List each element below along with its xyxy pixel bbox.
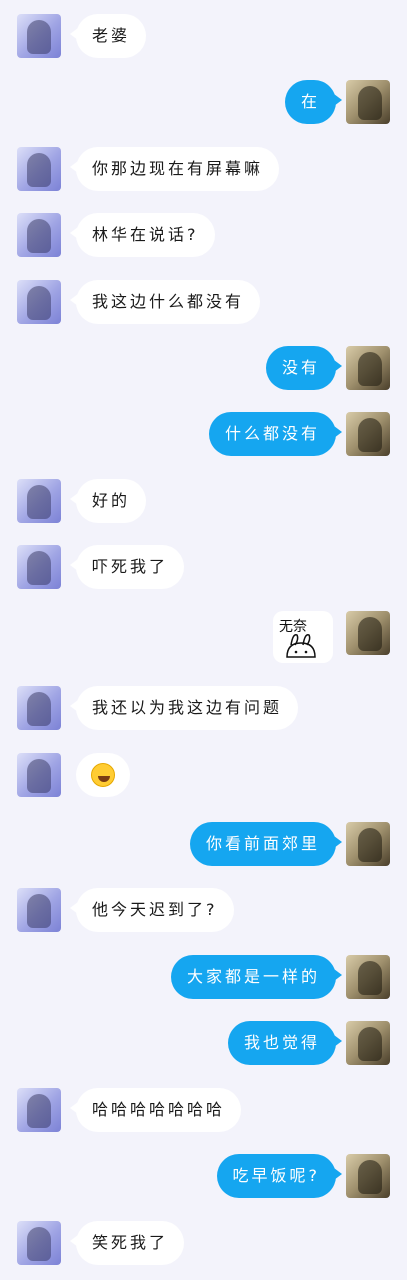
contact-avatar[interactable] [17,14,61,58]
contact-avatar[interactable] [17,888,61,932]
received-message-bubble[interactable]: 你那边现在有屏幕嘛 [69,147,280,191]
user-avatar[interactable] [346,1021,390,1065]
sent-message-bubble[interactable]: 什么都没有 [208,412,343,456]
message-row: 老婆 [0,14,407,58]
message-row: 吃早饭呢? [0,1154,407,1198]
contact-avatar[interactable] [17,1221,61,1265]
received-message-bubble[interactable]: 吓死我了 [69,545,185,589]
emoji-message[interactable] [76,753,130,797]
contact-avatar[interactable] [17,545,61,589]
sent-message-bubble[interactable]: 吃早饭呢? [216,1154,342,1198]
user-avatar[interactable] [346,822,390,866]
received-message-bubble[interactable]: 林华在说话? [70,213,215,257]
contact-avatar[interactable] [17,213,61,257]
contact-avatar[interactable] [17,479,61,523]
contact-avatar[interactable] [17,280,61,324]
message-row: 我也觉得 [0,1021,407,1065]
message-row: 你看前面郊里 [0,822,407,866]
received-message-bubble[interactable]: 我还以为我这边有问题 [69,686,299,730]
sent-message-bubble[interactable]: 没有 [265,346,343,390]
user-avatar[interactable] [346,412,390,456]
message-row: 无奈 [0,611,407,663]
sent-message-bubble[interactable]: 你看前面郊里 [189,822,343,866]
received-message-bubble[interactable]: 好的 [69,479,147,523]
contact-avatar[interactable] [17,753,61,797]
message-row: 哈哈哈哈哈哈哈 [0,1088,407,1132]
sent-message-bubble[interactable]: 我也觉得 [227,1021,343,1065]
user-avatar[interactable] [346,955,390,999]
message-row: 没有 [0,346,407,390]
message-row: 大家都是一样的 [0,955,407,999]
sent-message-bubble[interactable]: 在 [284,80,343,124]
message-row: 我这边什么都没有 [0,280,407,324]
message-row: 林华在说话? [0,213,407,257]
message-row: 我还以为我这边有问题 [0,686,407,730]
received-message-bubble[interactable]: 老婆 [69,14,147,58]
bunny-sticker-icon: 无奈 [279,619,316,658]
received-message-bubble[interactable]: 他今天迟到了? [70,888,234,932]
contact-avatar[interactable] [17,147,61,191]
message-row: 在 [0,80,407,124]
message-row: 笑死我了 [0,1221,407,1265]
message-row: 吓死我了 [0,545,407,589]
svg-text:无奈: 无奈 [279,619,307,635]
received-message-bubble[interactable]: 我这边什么都没有 [69,280,261,324]
message-row: 他今天迟到了? [0,888,407,932]
contact-avatar[interactable] [17,686,61,730]
contact-avatar[interactable] [17,1088,61,1132]
sticker-message[interactable]: 无奈 [273,611,333,663]
received-message-bubble[interactable]: 哈哈哈哈哈哈哈 [69,1088,242,1132]
message-row: 好的 [0,479,407,523]
received-message-bubble[interactable]: 笑死我了 [69,1221,185,1265]
user-avatar[interactable] [346,611,390,655]
message-row [0,753,407,797]
sent-message-bubble[interactable]: 大家都是一样的 [170,955,343,999]
joy-emoji-icon [91,763,115,787]
message-row: 你那边现在有屏幕嘛 [0,147,407,191]
message-row: 什么都没有 [0,412,407,456]
user-avatar[interactable] [346,80,390,124]
user-avatar[interactable] [346,1154,390,1198]
user-avatar[interactable] [346,346,390,390]
